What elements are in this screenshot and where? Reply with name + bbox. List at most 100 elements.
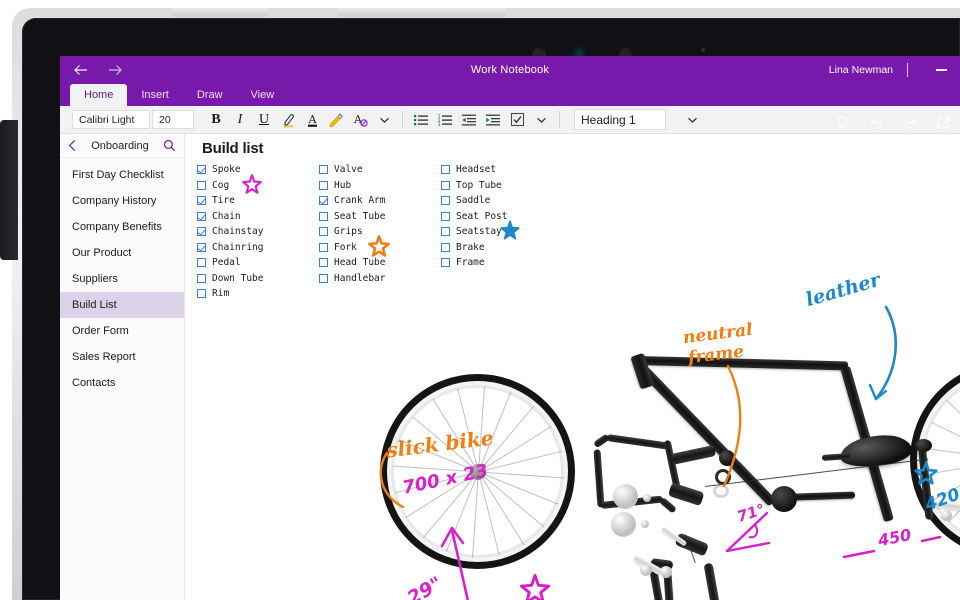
checklist-item-chain[interactable]: Chain: [197, 209, 319, 225]
style-chevron-icon[interactable]: [680, 109, 704, 131]
checklist-item-down-tube[interactable]: Down Tube: [197, 271, 319, 287]
checkbox[interactable]: [197, 289, 206, 298]
checklist-item-tire[interactable]: Tire: [197, 193, 319, 209]
checkbox[interactable]: [441, 196, 450, 205]
checklist-item-spoke[interactable]: Spoke: [197, 162, 319, 178]
checkbox[interactable]: [319, 243, 328, 252]
sidebar-item-first-day-checklist[interactable]: First Day Checklist: [60, 162, 184, 188]
bold-button[interactable]: B: [204, 109, 228, 131]
ink-arrow-wheel-diameter: [430, 522, 500, 600]
headset-cup-top: [719, 450, 735, 466]
checkbox[interactable]: [197, 227, 206, 236]
back-arrow-icon[interactable]: [72, 61, 90, 79]
checkbox[interactable]: [197, 212, 206, 221]
checklist-item-seatstay[interactable]: Seatstay: [441, 224, 551, 240]
checkbox[interactable]: [197, 181, 206, 190]
brake-caliper-left: [633, 554, 662, 575]
checklist-item-seat-post[interactable]: Seat Post: [441, 209, 551, 225]
clear-formatting-button[interactable]: A: [348, 109, 372, 131]
tags-more-chevron-icon[interactable]: [529, 109, 553, 131]
font-more-chevron-icon[interactable]: [372, 109, 396, 131]
checklist-item-handlebar[interactable]: Handlebar: [319, 271, 441, 287]
todo-checkbox-button[interactable]: [505, 109, 529, 131]
sidebar-item-company-benefits[interactable]: Company Benefits: [60, 214, 184, 240]
checklist-item-brake[interactable]: Brake: [441, 240, 551, 256]
checklist-item-frame[interactable]: Frame: [441, 255, 551, 271]
title-bar-right: Lina Newman: [829, 60, 960, 80]
checkbox[interactable]: [197, 274, 206, 283]
checkbox[interactable]: [197, 165, 206, 174]
checkbox[interactable]: [319, 165, 328, 174]
font-color-button[interactable]: A: [300, 109, 324, 131]
handlebar-bottom: [601, 496, 663, 509]
font-name-input[interactable]: Calibri Light: [72, 110, 150, 129]
checkbox[interactable]: [319, 181, 328, 190]
checklist-item-valve[interactable]: Valve: [319, 162, 441, 178]
paragraph-style-select[interactable]: Heading 1: [574, 109, 666, 130]
checklist-item-rim[interactable]: Rim: [197, 286, 319, 302]
search-icon[interactable]: [163, 139, 176, 152]
checkbox[interactable]: [441, 227, 450, 236]
checklist-label: Seatstay: [456, 226, 502, 237]
checklist-item-top-tube[interactable]: Top Tube: [441, 178, 551, 194]
sidebar-item-build-list[interactable]: Build List: [60, 292, 184, 318]
checkbox[interactable]: [197, 196, 206, 205]
sidebar-item-company-history[interactable]: Company History: [60, 188, 184, 214]
tell-me-lightbulb-icon[interactable]: [834, 115, 850, 131]
sidebar-item-contacts[interactable]: Contacts: [60, 370, 184, 396]
checkbox[interactable]: [441, 243, 450, 252]
share-icon[interactable]: [936, 115, 952, 131]
highlighter-button[interactable]: [276, 109, 300, 131]
bullet-list-button[interactable]: [409, 109, 433, 131]
italic-button[interactable]: I: [228, 109, 252, 131]
checkbox[interactable]: [319, 227, 328, 236]
checklist-item-chainstay[interactable]: Chainstay: [197, 224, 319, 240]
checklist-item-seat-tube[interactable]: Seat Tube: [319, 209, 441, 225]
checkbox[interactable]: [441, 165, 450, 174]
underline-button[interactable]: U: [252, 109, 276, 131]
forward-arrow-icon[interactable]: [106, 61, 124, 79]
format-painter-button[interactable]: [324, 109, 348, 131]
tab-view[interactable]: View: [237, 84, 289, 106]
checkbox[interactable]: [441, 181, 450, 190]
sidebar-item-order-form[interactable]: Order Form: [60, 318, 184, 344]
checkbox[interactable]: [441, 212, 450, 221]
checklist-item-hub[interactable]: Hub: [319, 178, 441, 194]
checklist-item-grips[interactable]: Grips: [319, 224, 441, 240]
checkbox[interactable]: [441, 258, 450, 267]
device-top-tab-right: [338, 8, 506, 17]
tab-home[interactable]: Home: [70, 84, 127, 106]
checklist-item-chainring[interactable]: Chainring: [197, 240, 319, 256]
checklist-item-headset[interactable]: Headset: [441, 162, 551, 178]
checklist-item-cog[interactable]: Cog: [197, 178, 319, 194]
increase-indent-button[interactable]: [481, 109, 505, 131]
checkbox[interactable]: [197, 258, 206, 267]
checklist-label: Saddle: [456, 195, 490, 206]
sidebar-item-sales-report[interactable]: Sales Report: [60, 344, 184, 370]
sensor-dot-3: [701, 48, 705, 52]
checkbox[interactable]: [319, 258, 328, 267]
sidebar-item-suppliers[interactable]: Suppliers: [60, 266, 184, 292]
checkbox[interactable]: [197, 243, 206, 252]
checkbox[interactable]: [319, 196, 328, 205]
note-canvas[interactable]: Build list Spoke Cog: [185, 134, 960, 600]
svg-text:A: A: [307, 113, 317, 126]
checkbox[interactable]: [319, 274, 328, 283]
tab-draw[interactable]: Draw: [183, 84, 237, 106]
numbered-list-button[interactable]: 1 2 3: [433, 109, 457, 131]
redo-icon[interactable]: [902, 115, 918, 131]
checklist-item-head-tube[interactable]: Head Tube: [319, 255, 441, 271]
minimize-button[interactable]: [930, 60, 952, 80]
checklist-item-fork[interactable]: Fork: [319, 240, 441, 256]
chevron-left-icon[interactable]: [68, 139, 77, 152]
tab-insert[interactable]: Insert: [127, 84, 183, 106]
checklist-item-pedal[interactable]: Pedal: [197, 255, 319, 271]
font-size-input[interactable]: 20: [152, 110, 194, 129]
checkbox[interactable]: [319, 212, 328, 221]
sidebar-item-our-product[interactable]: Our Product: [60, 240, 184, 266]
checklist-item-crank-arm[interactable]: Crank Arm: [319, 193, 441, 209]
user-name-label[interactable]: Lina Newman: [829, 64, 893, 76]
checklist-item-saddle[interactable]: Saddle: [441, 193, 551, 209]
decrease-indent-button[interactable]: [457, 109, 481, 131]
undo-icon[interactable]: [868, 115, 884, 131]
